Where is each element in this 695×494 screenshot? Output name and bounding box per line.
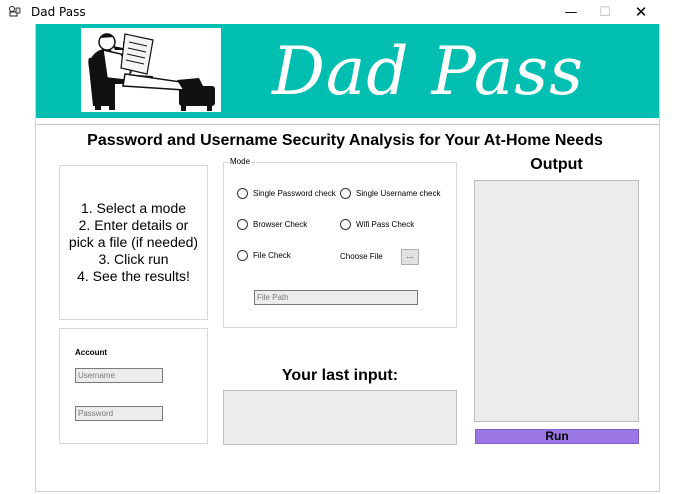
radio-file-check[interactable]: File Check	[237, 250, 291, 261]
instruction-line: 3. Click run	[98, 251, 169, 267]
radio-label: Single Username check	[356, 189, 441, 198]
radio-single-username[interactable]: Single Username check	[340, 188, 440, 199]
account-panel	[59, 328, 208, 444]
radio-single-password[interactable]: Single Password check	[237, 188, 336, 199]
radio-label: File Check	[253, 251, 291, 260]
radio-button[interactable]	[340, 219, 351, 230]
instruction-line: 1. Select a mode	[80, 200, 187, 216]
instruction-line: pick a file (if needed)	[68, 234, 199, 250]
instruction-line: 4. See the results!	[77, 268, 190, 284]
maximize-button[interactable]: ☐	[588, 0, 622, 24]
radio-browser-check[interactable]: Browser Check	[237, 219, 307, 230]
radio-button[interactable]	[237, 250, 248, 261]
window-title: Dad Pass	[31, 5, 86, 19]
password-input[interactable]: Password	[75, 406, 163, 421]
choose-file-label: Choose File	[340, 252, 383, 261]
radio-button[interactable]	[237, 219, 248, 230]
username-input[interactable]: Username	[75, 368, 163, 383]
output-heading: Output	[530, 156, 583, 173]
close-button[interactable]: ✕	[624, 0, 658, 24]
app-icon	[7, 5, 21, 19]
choose-file-button[interactable]: ...	[401, 249, 419, 265]
radio-label: Wifi Pass Check	[356, 220, 415, 229]
minimize-button[interactable]: —	[554, 0, 588, 24]
page-subtitle: Password and Username Security Analysis …	[87, 132, 603, 149]
file-path-input[interactable]: File Path	[254, 290, 418, 305]
radio-label: Single Password check	[253, 189, 336, 198]
output-display[interactable]	[474, 180, 639, 422]
radio-label: Browser Check	[253, 220, 308, 229]
last-input-display	[223, 390, 457, 445]
instruction-line: 2. Enter details or	[78, 217, 189, 233]
radio-button[interactable]	[237, 188, 248, 199]
dad-reading-newspaper-logo	[81, 28, 221, 112]
mode-group-label: Mode	[229, 157, 252, 166]
run-button[interactable]: Run	[475, 429, 639, 444]
banner-title: Dad Pass	[272, 33, 585, 110]
radio-wifi-check[interactable]: Wifi Pass Check	[340, 219, 414, 230]
banner-divider	[36, 118, 659, 125]
account-label: Account	[75, 348, 107, 357]
instructions-text: 1. Select a mode 2. Enter details or pic…	[69, 200, 198, 285]
radio-button[interactable]	[340, 188, 351, 199]
last-input-heading: Your last input:	[281, 367, 399, 384]
instructions-panel: 1. Select a mode 2. Enter details or pic…	[59, 165, 208, 320]
